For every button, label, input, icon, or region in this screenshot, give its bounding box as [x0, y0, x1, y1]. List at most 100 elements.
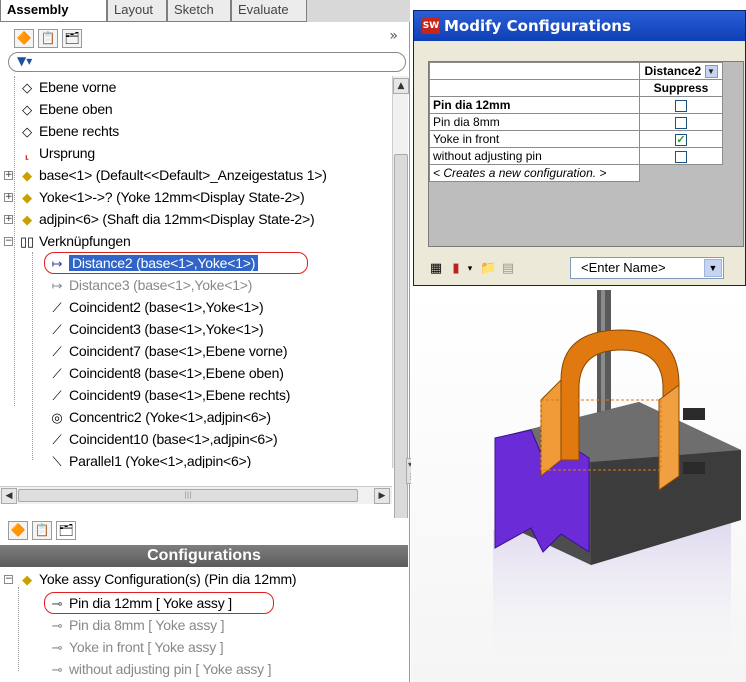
scroll-up-button[interactable]: ▲ [393, 78, 409, 94]
tree-item-plane[interactable]: ◇ Ebene oben [18, 98, 113, 120]
tree-item-mate[interactable]: ◎ Concentric2 (Yoke<1>,adjpin<6>) [48, 406, 271, 428]
configuration-tree: − ◆ Yoke assy Configuration(s) (Pin dia 1… [0, 567, 408, 682]
part-icon: ◆ [22, 190, 32, 205]
config-row-name[interactable]: Pin dia 8mm [429, 113, 640, 131]
tree-filter-input[interactable]: ▼▾ [8, 52, 406, 72]
configuration-icon: ⊸ [51, 596, 63, 611]
coincident-mate-icon: ⟋ [52, 432, 62, 447]
tree-horizontal-scrollbar[interactable]: ◀ ||| ▶ [0, 486, 392, 504]
feature-manager-icon[interactable]: 🔶 [8, 521, 28, 540]
tree-item-mate[interactable]: ⟋ Coincident7 (base<1>,Ebene vorne) [48, 340, 288, 362]
manager-toolbar: 🔶 📋 🗂 » [0, 26, 408, 50]
tree-item-mate[interactable]: ⟋ Coincident8 (base<1>,Ebene oben) [48, 362, 284, 384]
table-view-icon[interactable]: ▦ [428, 261, 444, 277]
configuration-icon: ⊸ [51, 640, 63, 655]
tree-vertical-scrollbar[interactable]: ▲ [392, 76, 409, 534]
collapse-toggle[interactable]: − [4, 575, 13, 584]
configuration-grid: Distance2 ▼ Suppress Pin dia 12mm Pin di… [428, 61, 744, 247]
configuration-icon: ⊸ [51, 618, 63, 633]
scroll-right-button[interactable]: ▶ [374, 488, 390, 504]
solidworks-logo-icon: SW [422, 18, 440, 34]
tab-sketch[interactable]: Sketch [167, 0, 231, 22]
scroll-thumb[interactable]: ||| [18, 489, 358, 502]
property-manager-icon[interactable]: 📋 [32, 521, 52, 540]
config-item[interactable]: ⊸ without adjusting pin [ Yoke assy ] [48, 658, 272, 680]
tab-assembly[interactable]: Assembly [0, 0, 107, 22]
expand-toggle[interactable]: + [4, 215, 13, 224]
manager-toolbar-bottom: 🔶 📋 🗂 [0, 518, 408, 544]
dropdown-arrow-icon[interactable]: ▼ [704, 65, 718, 79]
part-icon: ◆ [22, 168, 32, 183]
config-item[interactable]: ⊸ Pin dia 8mm [ Yoke assy ] [48, 614, 225, 636]
concentric-mate-icon: ◎ [51, 410, 63, 425]
config-row-name[interactable]: without adjusting pin [429, 147, 640, 165]
tree-item-component[interactable]: ◆ adjpin<6> (Shaft dia 12mm<Display State… [18, 208, 315, 230]
collapse-toggle[interactable]: − [4, 237, 13, 246]
config-item[interactable]: ⊸ Yoke in front [ Yoke assy ] [48, 636, 224, 658]
feature-manager-icon[interactable]: 🔶 [14, 29, 34, 48]
config-row-name[interactable]: Yoke in front [429, 130, 640, 148]
coincident-mate-icon: ⟋ [52, 366, 62, 381]
plane-icon: ◇ [22, 80, 32, 95]
parallel-mate-icon: ⟍ [52, 454, 62, 468]
dialog-title-bar[interactable]: SW Modify Configurations [414, 11, 745, 41]
part-icon: ◆ [22, 212, 32, 227]
tree-item-plane[interactable]: ◇ Ebene rechts [18, 120, 119, 142]
origin-icon: ⸤ [24, 146, 30, 161]
scroll-left-button[interactable]: ◀ [1, 488, 17, 504]
property-manager-icon[interactable]: 📋 [38, 29, 58, 48]
expand-chevron-icon[interactable]: » [389, 28, 398, 44]
graphics-area: SW Modify Configurations Distance2 ▼ Sup… [411, 0, 746, 682]
tab-layout[interactable]: Layout [107, 0, 167, 22]
tree-item-mate-selected[interactable]: ↦ Distance2 (base<1>,Yoke<1>) [48, 252, 259, 274]
configuration-icon: ⊸ [51, 662, 63, 677]
coincident-mate-icon: ⟋ [52, 322, 62, 337]
tree-item-mate[interactable]: ⟋ Coincident2 (base<1>,Yoke<1>) [48, 296, 264, 318]
suppress-checkbox-checked[interactable]: ✓ [675, 133, 687, 146]
configuration-table: Distance2 ▼ Suppress Pin dia 12mm Pin di… [429, 62, 723, 182]
distance-mate-icon: ↦ [51, 256, 63, 271]
configuration-manager-icon[interactable]: 🗂 [56, 521, 76, 540]
assembly-model-render [493, 290, 741, 682]
plane-icon: ◇ [22, 102, 32, 117]
suppress-checkbox[interactable] [675, 99, 687, 112]
modify-configurations-dialog: SW Modify Configurations Distance2 ▼ Sup… [413, 10, 746, 286]
distance-mate-icon: ↦ [51, 278, 63, 293]
expand-toggle[interactable]: + [4, 171, 13, 180]
tree-item-mate-suppressed[interactable]: ↦ Distance3 (base<1>,Yoke<1>) [48, 274, 253, 296]
tree-item-origin[interactable]: ⸤ Ursprung [18, 142, 96, 164]
chevron-down-icon[interactable]: ▾ [462, 261, 478, 277]
tree-item-mate[interactable]: ⟋ Coincident3 (base<1>,Yoke<1>) [48, 318, 264, 340]
save-icon[interactable]: ▤ [500, 261, 516, 277]
dialog-toolbar: ▦ ▮ ▾ 📁 ▤ <Enter Name> ▼ [414, 251, 745, 285]
chevron-down-icon[interactable]: ▼ [704, 259, 722, 277]
3d-viewport[interactable] [411, 290, 746, 682]
options-icon[interactable]: 📁 [480, 261, 496, 277]
configurations-header: Configurations [0, 545, 408, 567]
mates-folder-icon: ▯▯ [20, 234, 34, 249]
feature-manager-panel: Assembly Layout Sketch Evaluate 🔶 📋 🗂 » … [0, 0, 410, 682]
new-configuration-row[interactable]: < Creates a new configuration. > [429, 164, 640, 182]
suppress-checkbox[interactable] [675, 116, 687, 129]
dimension-column-header[interactable]: Distance2 ▼ [639, 62, 723, 80]
tree-item-mate[interactable]: ⟋ Coincident9 (base<1>,Ebene rechts) [48, 384, 291, 406]
tree-item-component[interactable]: ◆ Yoke<1>->? (Yoke 12mm<Display State-2>) [18, 186, 305, 208]
tree-item-mates-folder[interactable]: ▯▯ Verknüpfungen [18, 230, 131, 252]
suppress-checkbox[interactable] [675, 150, 687, 163]
tab-evaluate[interactable]: Evaluate [231, 0, 307, 22]
configuration-manager-icon[interactable]: 🗂 [62, 29, 82, 48]
tree-item-mate[interactable]: ⟋ Coincident10 (base<1>,adjpin<6>) [48, 428, 278, 450]
plane-icon: ◇ [22, 124, 32, 139]
config-item-active[interactable]: ⊸ Pin dia 12mm [ Yoke assy ] [48, 592, 232, 614]
coincident-mate-icon: ⟋ [52, 344, 62, 359]
command-tabs: Assembly Layout Sketch Evaluate [0, 0, 410, 22]
config-row-name[interactable]: Pin dia 12mm [429, 96, 640, 114]
tree-item-mate[interactable]: ⟍ Parallel1 (Yoke<1>,adjpin<6>) [48, 450, 252, 468]
config-root[interactable]: ◆ Yoke assy Configuration(s) (Pin dia 12m… [18, 568, 297, 590]
tree-item-plane[interactable]: ◇ Ebene vorne [18, 76, 116, 98]
tree-item-component[interactable]: ◆ base<1> (Default<<Default>_Anzeigestatu… [18, 164, 327, 186]
suppress-column-header: Suppress [639, 79, 723, 97]
assembly-icon: ◆ [22, 572, 32, 587]
expand-toggle[interactable]: + [4, 193, 13, 202]
configuration-name-combo[interactable]: <Enter Name> ▼ [570, 257, 724, 279]
